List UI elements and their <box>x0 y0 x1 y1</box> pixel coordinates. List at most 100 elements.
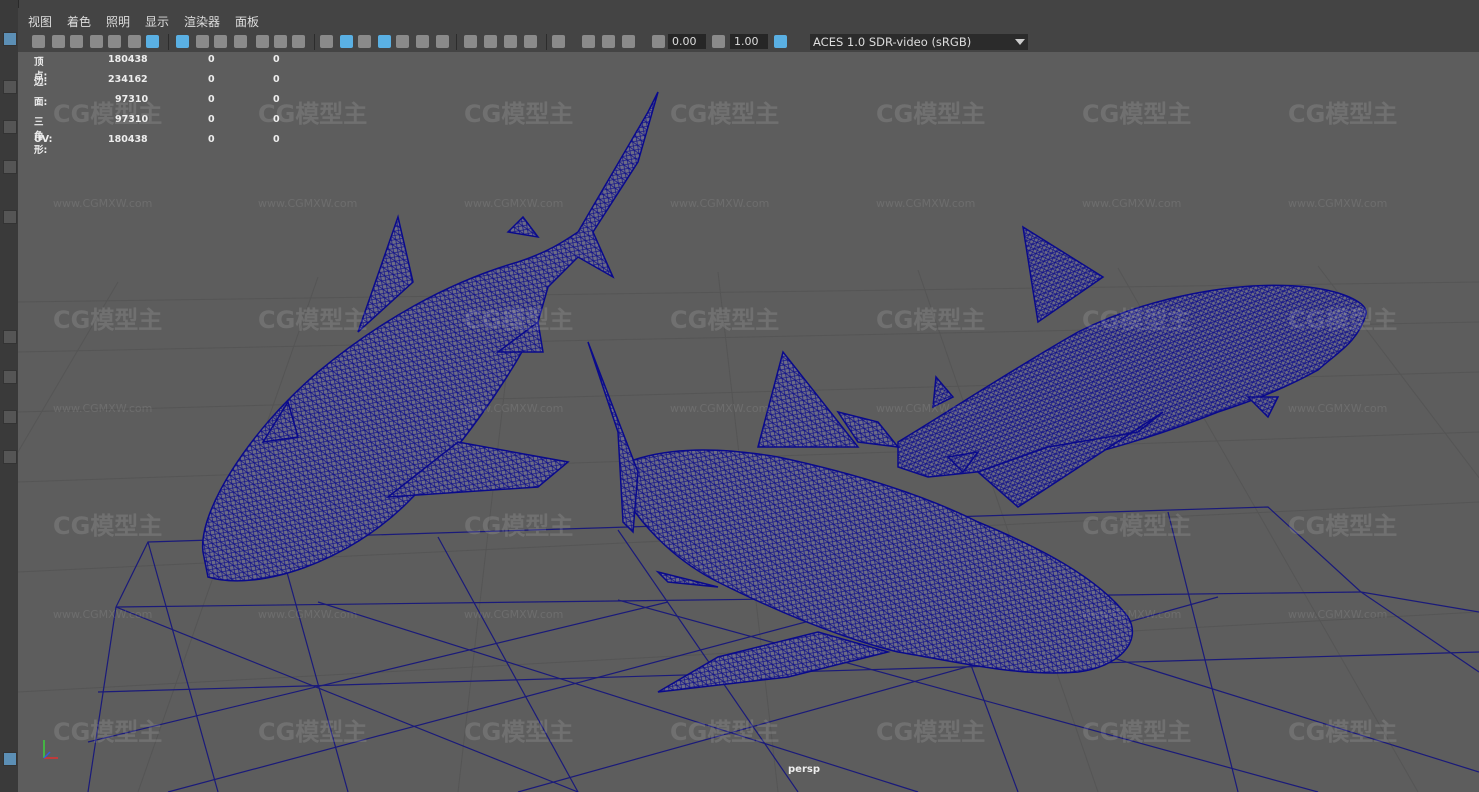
watermark-url: www.CGMXW.com <box>258 197 358 210</box>
bookmark-icon[interactable] <box>90 35 103 48</box>
watermark-url: www.CGMXW.com <box>258 608 358 621</box>
shark-right-mesh <box>897 225 1367 508</box>
watermark-url: www.CGMXW.com <box>1288 402 1388 415</box>
watermark-logo: CG模型主 <box>876 100 986 128</box>
tool-strip <box>0 0 19 792</box>
rotate-tool-icon[interactable] <box>3 210 17 224</box>
layout-four-icon[interactable] <box>3 410 17 424</box>
resolution-gate-icon[interactable] <box>214 35 227 48</box>
camera-icon[interactable] <box>32 35 45 48</box>
xray-active-icon[interactable] <box>602 35 615 48</box>
image-plane-icon[interactable] <box>108 35 121 48</box>
gamma-icon[interactable] <box>712 35 725 48</box>
field-chart-icon[interactable] <box>256 35 269 48</box>
watermark-url: www.CGMXW.com <box>53 402 153 415</box>
layout-two-icon[interactable] <box>3 450 17 464</box>
hud-value: 180438 <box>108 54 148 65</box>
safe-action-icon[interactable] <box>274 35 287 48</box>
gamma-field[interactable]: 1.00 <box>730 34 768 49</box>
menu-panels[interactable]: 面板 <box>235 13 259 30</box>
gate-mask-icon[interactable] <box>234 35 247 48</box>
toolbar-separator <box>546 34 547 50</box>
watermark-logo: CG模型主 <box>464 100 574 128</box>
motion-blur-icon[interactable] <box>484 35 497 48</box>
scene-canvas <box>18 91 1479 792</box>
move-tool-icon[interactable] <box>3 160 17 174</box>
safe-title-icon[interactable] <box>292 35 305 48</box>
textured-icon[interactable] <box>358 35 371 48</box>
color-space-dropdown[interactable]: ACES 1.0 SDR-video (sRGB) <box>810 34 1028 50</box>
shaded-icon[interactable] <box>340 35 353 48</box>
chevron-down-icon <box>1015 39 1025 45</box>
watermark-url: www.CGMXW.com <box>1288 608 1388 621</box>
watermark-url: www.CGMXW.com <box>464 402 564 415</box>
watermark-logo: CG模型主 <box>1082 100 1192 128</box>
exposure-icon[interactable] <box>652 35 665 48</box>
watermark-logo: CG模型主 <box>670 718 780 746</box>
watermark-url: www.CGMXW.com <box>1082 197 1182 210</box>
watermark-url: www.CGMXW.com <box>1082 608 1182 621</box>
color-space-label: ACES 1.0 SDR-video (sRGB) <box>813 35 972 49</box>
light-icon[interactable] <box>416 35 429 48</box>
watermark-logo: CG模型主 <box>1288 512 1398 540</box>
shadows-icon[interactable] <box>436 35 449 48</box>
wireframe-on-shaded-icon[interactable] <box>378 35 391 48</box>
watermark-logo: CG模型主 <box>53 512 163 540</box>
xray-joints-icon[interactable] <box>582 35 595 48</box>
hud-value: 0 <box>208 54 215 65</box>
depth-of-field-icon[interactable] <box>524 35 537 48</box>
watermark-logo: CG模型主 <box>258 100 368 128</box>
grid-icon[interactable] <box>176 35 189 48</box>
watermark-logo: CG模型主 <box>1288 306 1398 334</box>
watermark-url: www.CGMXW.com <box>464 197 564 210</box>
watermark-logo: CG模型主 <box>53 100 163 128</box>
xray-icon[interactable] <box>396 35 409 48</box>
camera-attributes-icon[interactable] <box>70 35 83 48</box>
layout-single-icon[interactable] <box>3 370 17 384</box>
watermark-logo: CG模型主 <box>876 306 986 334</box>
wireframe-icon[interactable] <box>320 35 333 48</box>
hud-value: 0 <box>208 94 215 105</box>
hud-label-faces: 面: <box>34 97 48 108</box>
hud-value: 0 <box>273 54 280 65</box>
watermark-logo: CG模型主 <box>670 100 780 128</box>
hud-label-edges: 边: <box>34 77 48 88</box>
hud-value: 0 <box>208 74 215 85</box>
exposure-field[interactable]: 0.00 <box>668 34 706 49</box>
watermark-logo: CG模型主 <box>876 718 986 746</box>
hud-value: 234162 <box>108 74 148 85</box>
scale-tool-icon[interactable] <box>3 330 17 344</box>
axis-gizmo-icon <box>43 740 58 759</box>
film-gate-icon[interactable] <box>196 35 209 48</box>
hud-value: 0 <box>273 134 280 145</box>
hud-value: 180438 <box>108 134 148 145</box>
menu-shading[interactable]: 着色 <box>67 13 91 30</box>
menu-view[interactable]: 视图 <box>28 13 52 30</box>
frame-icon[interactable] <box>622 35 635 48</box>
lasso-tool-icon[interactable] <box>3 80 17 94</box>
camera-name-label: persp <box>788 764 820 775</box>
paint-tool-icon[interactable] <box>3 120 17 134</box>
select-tool-icon[interactable] <box>3 32 17 46</box>
hud-value: 0 <box>208 114 215 125</box>
watermark-logo: CG模型主 <box>464 512 574 540</box>
menu-show[interactable]: 显示 <box>145 13 169 30</box>
two-d-pan-icon[interactable] <box>128 35 141 48</box>
ambient-occlusion-icon[interactable] <box>464 35 477 48</box>
anti-alias-icon[interactable] <box>504 35 517 48</box>
color-space-icon[interactable] <box>774 35 787 48</box>
grease-pencil-icon[interactable] <box>146 35 159 48</box>
menu-lighting[interactable]: 照明 <box>106 13 130 30</box>
hud-value: 0 <box>208 134 215 145</box>
hud-value: 0 <box>273 74 280 85</box>
menu-renderer[interactable]: 渲染器 <box>184 13 220 30</box>
toolbar-separator <box>456 34 457 50</box>
watermark-logo: CG模型主 <box>258 306 368 334</box>
panel-menubar: 视图 着色 照明 显示 渲染器 面板 <box>18 8 1479 32</box>
shark-left-mesh <box>201 91 659 582</box>
watermark-url: www.CGMXW.com <box>53 608 153 621</box>
outliner-icon[interactable] <box>3 752 17 766</box>
camera-lock-icon[interactable] <box>52 35 65 48</box>
isolate-select-icon[interactable] <box>552 35 565 48</box>
viewport-3d[interactable]: 顶点: 180438 0 0 边: 234162 0 0 面: 97310 0 … <box>18 52 1479 792</box>
